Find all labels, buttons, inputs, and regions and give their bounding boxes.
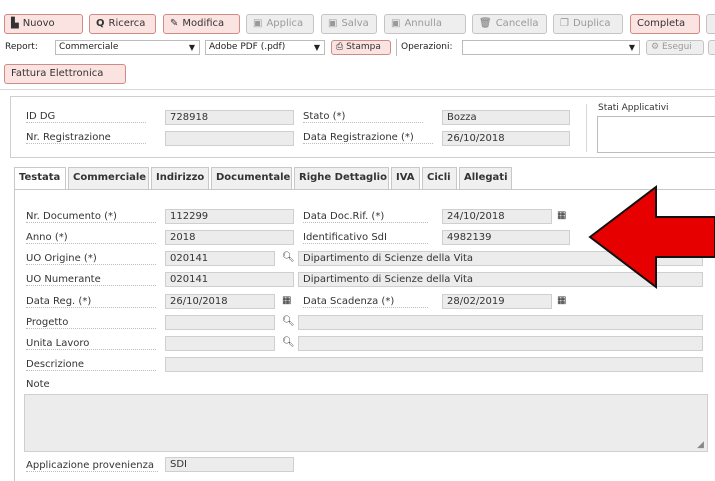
progetto-code-field[interactable] <box>165 315 275 330</box>
save-icon: ▣ <box>328 18 338 29</box>
data-reg-field[interactable]: 26/10/2018 <box>165 294 275 309</box>
tab-testata[interactable]: Testata <box>14 167 66 190</box>
data-registrazione-label: Data Registrazione (*) <box>303 132 433 144</box>
uo-numerante-code-field[interactable]: 020141 <box>165 272 294 287</box>
id-dg-label: ID DG <box>26 111 146 123</box>
fattura-elettronica-button[interactable]: Fattura Elettronica <box>4 64 126 84</box>
search-icon: Q <box>96 18 105 29</box>
tab-cicli[interactable]: Cicli <box>422 167 457 189</box>
applicazione-provenienza-field[interactable]: SDI <box>165 457 294 472</box>
undo-icon: ▣ <box>391 18 401 29</box>
stati-applicativi-label: Stati Applicativi <box>598 103 669 113</box>
annulla-button[interactable]: ▣ Annulla <box>384 14 466 34</box>
uo-origine-code-field[interactable]: 020141 <box>165 251 275 266</box>
document-icon: ▙ <box>11 18 19 29</box>
operazioni-label: Operazioni: <box>401 42 453 52</box>
save-disk-icon: ▣ <box>253 18 263 29</box>
tab-iva[interactable]: IVA <box>391 167 420 189</box>
progetto-desc-field[interactable] <box>298 315 703 330</box>
calendar-icon[interactable]: ▦ <box>557 295 566 306</box>
report-label: Report: <box>5 42 38 52</box>
nr-registrazione-label: Nr. Registrazione <box>26 132 146 144</box>
nuovo-button[interactable]: ▙ Nuovo <box>4 14 83 34</box>
descrizione-label: Descrizione <box>26 359 156 371</box>
search-icon[interactable]: 🔍︎ <box>282 316 295 327</box>
separator <box>0 89 715 90</box>
dropdown-caret-icon: ▼ <box>313 43 320 52</box>
esegui-button[interactable]: ⚙ Esegui <box>646 40 704 55</box>
ricerca-button[interactable]: Q Ricerca <box>89 14 156 34</box>
dropdown-caret-icon: ▼ <box>628 43 635 52</box>
calendar-icon[interactable]: ▦ <box>557 210 566 221</box>
progetto-label: Progetto <box>26 317 156 329</box>
tab-allegati[interactable]: Allegati <box>459 167 512 189</box>
dropdown-caret-icon: ▼ <box>188 43 195 52</box>
divider <box>396 39 397 56</box>
identificativo-sdi-label: Identificativo SdI <box>303 232 428 244</box>
tab-indirizzo[interactable]: Indirizzo <box>151 167 209 189</box>
data-registrazione-field[interactable]: 26/10/2018 <box>442 131 570 146</box>
tab-documentale[interactable]: Documentale <box>211 167 292 189</box>
trash-icon: 🗑 <box>479 18 492 29</box>
identificativo-sdi-field[interactable]: 4982139 <box>442 230 570 245</box>
duplica-button[interactable]: ❐ Duplica <box>553 14 623 34</box>
data-scadenza-field[interactable]: 28/02/2019 <box>442 294 552 309</box>
search-icon[interactable]: 🔍︎ <box>282 337 295 348</box>
stampa-button[interactable]: ⎙ Stampa <box>331 40 391 55</box>
nr-documento-label: Nr. Documento (*) <box>26 211 156 223</box>
data-reg-label: Data Reg. (*) <box>26 296 156 308</box>
tab-righe-dettaglio[interactable]: Righe Dettaglio <box>294 167 389 189</box>
format-select[interactable]: Adobe PDF (.pdf) ▼ <box>205 40 325 55</box>
applicazione-provenienza-label: Applicazione provenienza <box>26 460 158 472</box>
unita-lavoro-label: Unita Lavoro <box>26 338 156 350</box>
cancella-button[interactable]: 🗑 Cancella <box>472 14 547 34</box>
anno-label: Anno (*) <box>26 232 156 244</box>
search-icon[interactable]: 🔍︎ <box>282 252 295 263</box>
gear-icon: ⚙ <box>651 42 660 52</box>
print-icon: ⎙ <box>336 42 344 52</box>
calendar-icon[interactable]: ▦ <box>282 295 291 306</box>
id-dg-field[interactable]: 728918 <box>165 110 294 125</box>
stato-field[interactable]: Bozza <box>442 110 570 125</box>
data-doc-rif-field[interactable]: 24/10/2018 <box>442 209 552 224</box>
operazioni-select[interactable]: ▼ <box>462 40 640 55</box>
pencil-icon: ✎ <box>170 18 179 29</box>
anno-field[interactable]: 2018 <box>165 230 294 245</box>
completa-button[interactable]: Completa <box>630 14 700 34</box>
resize-handle-icon[interactable]: ◢ <box>697 440 704 450</box>
operazioni-extra-button[interactable] <box>708 40 715 55</box>
data-scadenza-label: Data Scadenza (*) <box>303 296 428 308</box>
copy-icon: ❐ <box>560 18 569 29</box>
stato-label: Stato (*) <box>303 111 423 123</box>
unita-lavoro-code-field[interactable] <box>165 336 275 351</box>
nr-documento-field[interactable]: 112299 <box>165 209 294 224</box>
tab-commerciale[interactable]: Commerciale <box>68 167 149 189</box>
note-label: Note <box>26 379 50 390</box>
report-select[interactable]: Commerciale ▼ <box>55 40 200 55</box>
unita-lavoro-desc-field[interactable] <box>298 336 703 351</box>
data-doc-rif-label: Data Doc.Rif. (*) <box>303 211 428 223</box>
toolbar-overflow-button[interactable] <box>706 14 715 34</box>
nr-registrazione-field[interactable] <box>165 131 294 146</box>
note-textarea[interactable] <box>24 394 708 452</box>
arrow-annotation-icon <box>588 185 715 290</box>
modifica-button[interactable]: ✎ Modifica <box>163 14 240 34</box>
stati-applicativi-box[interactable] <box>597 116 715 153</box>
salva-button[interactable]: ▣ Salva <box>321 14 377 34</box>
header-divider <box>586 104 587 152</box>
applica-button[interactable]: ▣ Applica <box>246 14 314 34</box>
uo-origine-label: UO Origine (*) <box>26 253 156 265</box>
uo-numerante-label: UO Numerante <box>26 274 156 286</box>
descrizione-field[interactable] <box>165 357 703 372</box>
